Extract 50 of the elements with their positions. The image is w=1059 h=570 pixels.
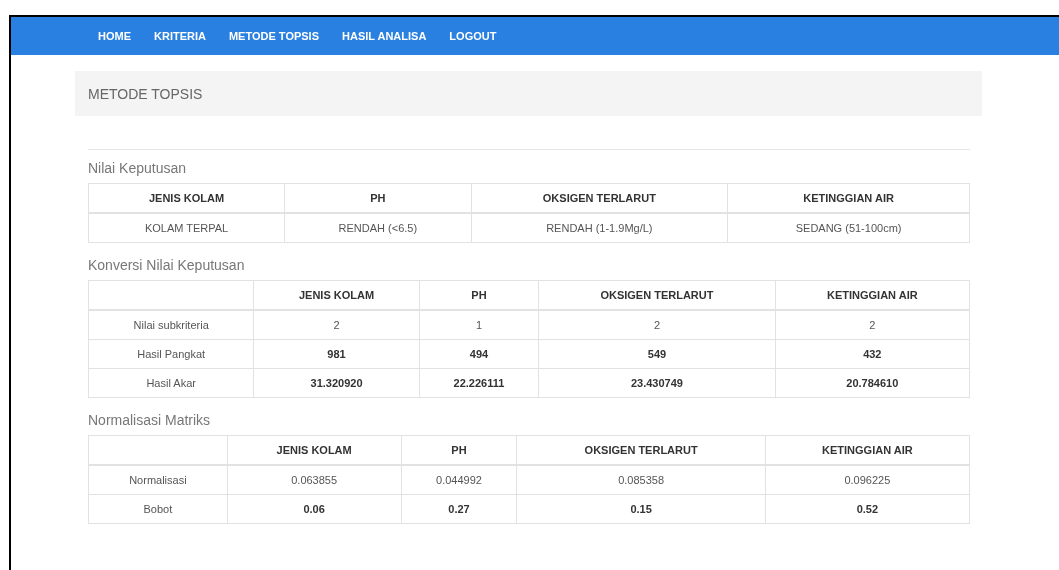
- column-header: OKSIGEN TERLARUT: [471, 183, 728, 213]
- nav-link[interactable]: HASIL ANALISA: [342, 30, 427, 42]
- nav-link[interactable]: METODE TOPSIS: [228, 30, 319, 42]
- table-cell: 0.063855: [227, 465, 401, 495]
- table-cell: 0.085358: [517, 465, 766, 495]
- column-header: PH: [284, 183, 471, 213]
- column-header: KETINGGIAN AIR: [727, 183, 970, 213]
- row-label: Normalisasi: [88, 465, 228, 495]
- table-cell: 1: [419, 310, 539, 340]
- table-cell: 2: [253, 310, 420, 340]
- row-label: Hasil Akar: [88, 368, 254, 398]
- column-header: PH: [401, 435, 517, 465]
- panel-title: METODE TOPSIS: [88, 85, 203, 102]
- table-cell: 549: [538, 339, 776, 369]
- table-cell: 0.52: [765, 494, 970, 524]
- nav-link[interactable]: HOME: [98, 30, 131, 42]
- section-title: Nilai Keputusan: [88, 160, 188, 176]
- table-cell: KOLAM TERPAL: [88, 213, 285, 243]
- table-cell: 2: [538, 310, 776, 340]
- row-label: Bobot: [88, 494, 228, 524]
- table-cell: 0.27: [401, 494, 517, 524]
- table-cell: 432: [775, 339, 970, 369]
- table-cell: 0.096225: [765, 465, 970, 495]
- table-cell: 0.06: [227, 494, 401, 524]
- column-header: KETINGGIAN AIR: [775, 280, 970, 310]
- section-title: Normalisasi Matriks: [88, 412, 212, 428]
- column-header: JENIS KOLAM: [88, 183, 285, 213]
- column-header: OKSIGEN TERLARUT: [538, 280, 776, 310]
- column-header: JENIS KOLAM: [253, 280, 420, 310]
- row-label: Hasil Pangkat: [88, 339, 254, 369]
- table-cell: 23.430749: [538, 368, 776, 398]
- table-cell: 981: [253, 339, 420, 369]
- table-cell: 0.15: [517, 494, 766, 524]
- table-cell: 22.226111: [419, 368, 539, 398]
- column-header: JENIS KOLAM: [227, 435, 401, 465]
- column-header: OKSIGEN TERLARUT: [517, 435, 766, 465]
- column-header: PH: [419, 280, 539, 310]
- table-cell: 2: [775, 310, 970, 340]
- table-cell: 0.044992: [401, 465, 517, 495]
- nav-link[interactable]: KRITERIA: [154, 30, 206, 42]
- table-cell: RENDAH (<6.5): [284, 213, 471, 243]
- table-cell: 20.784610: [775, 368, 970, 398]
- table-cell: 494: [419, 339, 539, 369]
- table-cell: 31.320920: [253, 368, 420, 398]
- column-header: KETINGGIAN AIR: [765, 435, 970, 465]
- table-cell: RENDAH (1-1.9Mg/L): [471, 213, 728, 243]
- section-title: Konversi Nilai Keputusan: [88, 257, 246, 273]
- nav-link[interactable]: LOGOUT: [449, 30, 497, 42]
- table-cell: SEDANG (51-100cm): [727, 213, 970, 243]
- row-label: Nilai subkriteria: [88, 310, 254, 340]
